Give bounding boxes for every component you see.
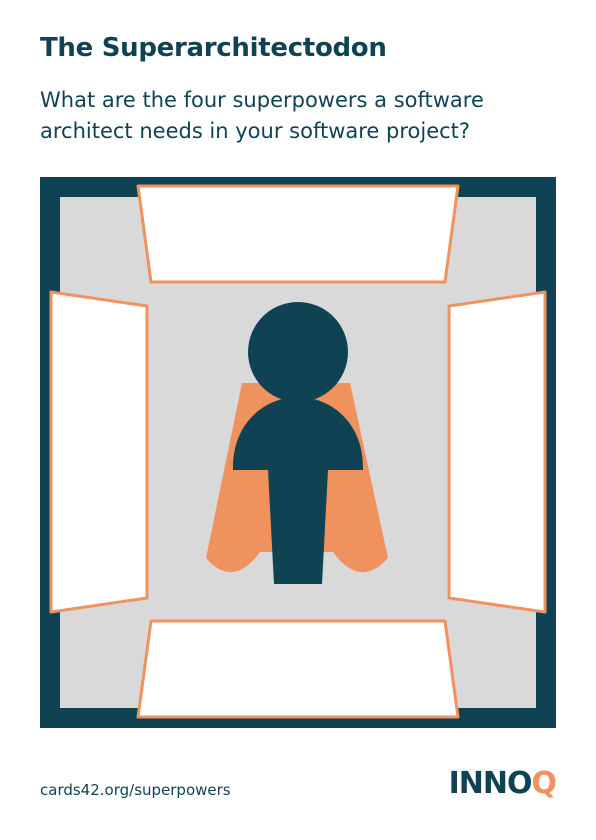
card-question: What are the four superpowers a software…: [40, 88, 484, 143]
page-title: The Superarchitectodon: [40, 33, 387, 63]
figure-head: [248, 302, 348, 402]
innoq-logo: INNOQ: [448, 766, 557, 801]
empty-card-left: [49, 290, 149, 614]
empty-card-right: [447, 290, 547, 614]
empty-card-bottom: [136, 619, 460, 719]
empty-card-top: [136, 184, 460, 284]
logo-accent-text: Q: [531, 766, 556, 801]
cards42-link[interactable]: cards42.org/superpowers: [40, 781, 231, 799]
logo-main-text: INNO: [448, 766, 533, 801]
superpowers-illustration: [40, 177, 556, 728]
